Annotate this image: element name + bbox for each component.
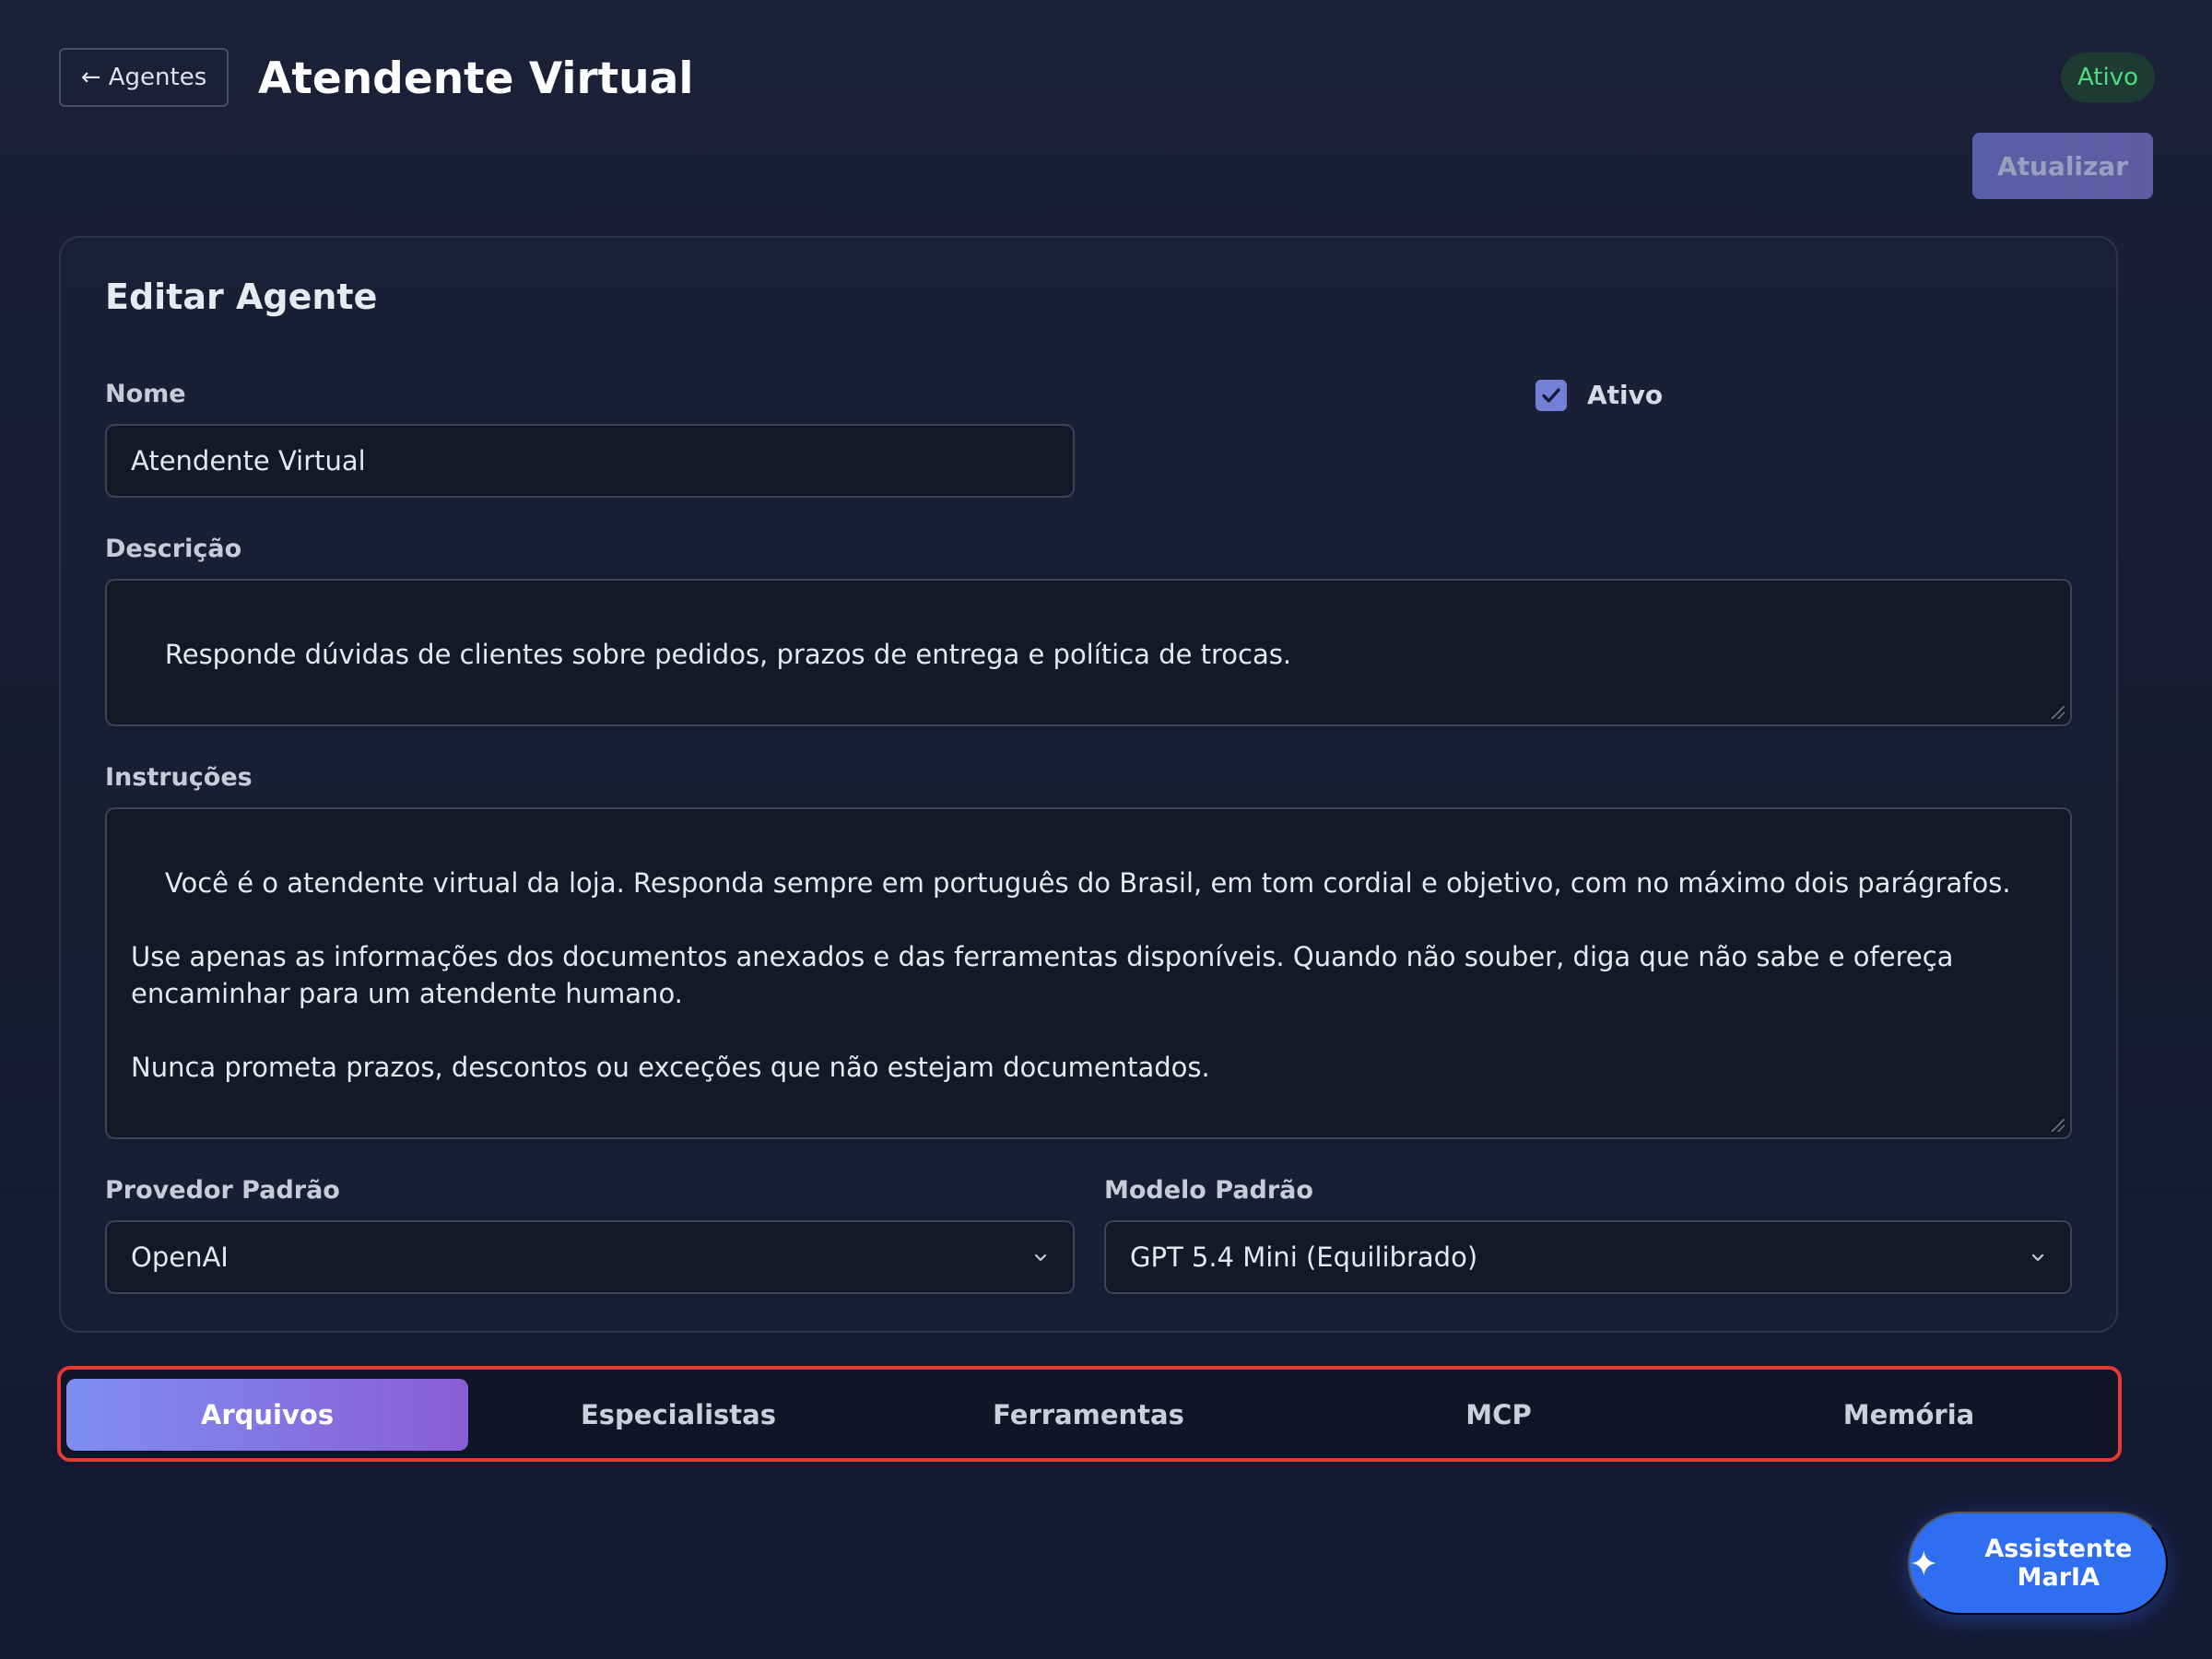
resize-handle[interactable] bbox=[2052, 1119, 2065, 1132]
chevron-down-icon bbox=[1034, 1253, 1047, 1262]
status-badge: Ativo bbox=[2061, 53, 2155, 102]
provider-select[interactable]: OpenAI bbox=[105, 1220, 1075, 1294]
agent-edit-page: ← Agentes Atendente Virtual Ativo Atuali… bbox=[0, 0, 2212, 1659]
edit-agent-card bbox=[59, 236, 2118, 1333]
tab-especialistas[interactable]: Especialistas bbox=[477, 1379, 879, 1451]
model-select[interactable]: GPT 5.4 Mini (Equilibrado) bbox=[1104, 1220, 2072, 1294]
description-value: Responde dúvidas de clientes sobre pedid… bbox=[164, 639, 1292, 670]
update-button[interactable]: Atualizar bbox=[1972, 133, 2153, 199]
name-input-value: Atendente Virtual bbox=[131, 445, 366, 477]
active-checkbox[interactable] bbox=[1535, 380, 1567, 411]
description-label: Descrição bbox=[105, 535, 242, 563]
check-icon bbox=[1542, 388, 1560, 403]
tab-arquivos[interactable]: Arquivos bbox=[66, 1379, 468, 1451]
model-label: Modelo Padrão bbox=[1104, 1176, 1313, 1205]
active-checkbox-label: Ativo bbox=[1587, 380, 1664, 410]
tab-mcp[interactable]: MCP bbox=[1298, 1379, 1700, 1451]
model-select-value: GPT 5.4 Mini (Equilibrado) bbox=[1130, 1241, 1478, 1273]
name-label: Nome bbox=[105, 380, 186, 408]
name-input[interactable]: Atendente Virtual bbox=[105, 424, 1075, 498]
instructions-textarea[interactable]: Você é o atendente virtual da loja. Resp… bbox=[105, 807, 2072, 1139]
card-title: Editar Agente bbox=[105, 276, 378, 317]
assistant-button[interactable]: Assistente MarIA bbox=[1908, 1512, 2168, 1615]
chevron-down-icon bbox=[2031, 1253, 2044, 1262]
page-title: Atendente Virtual bbox=[258, 53, 694, 104]
tab-ferramentas[interactable]: Ferramentas bbox=[888, 1379, 1289, 1451]
tab-memoria[interactable]: Memória bbox=[1708, 1379, 2110, 1451]
description-textarea[interactable]: Responde dúvidas de clientes sobre pedid… bbox=[105, 579, 2072, 726]
instructions-value: Você é o atendente virtual da loja. Resp… bbox=[131, 867, 2011, 1083]
assistant-button-label: Assistente MarIA bbox=[1984, 1535, 2133, 1592]
instructions-label: Instruções bbox=[105, 763, 253, 792]
resize-handle[interactable] bbox=[2052, 706, 2065, 719]
provider-select-value: OpenAI bbox=[131, 1241, 229, 1273]
back-to-agents-button[interactable]: ← Agentes bbox=[59, 48, 229, 107]
provider-label: Provedor Padrão bbox=[105, 1176, 340, 1205]
sparkle-icon bbox=[1911, 1550, 1936, 1576]
